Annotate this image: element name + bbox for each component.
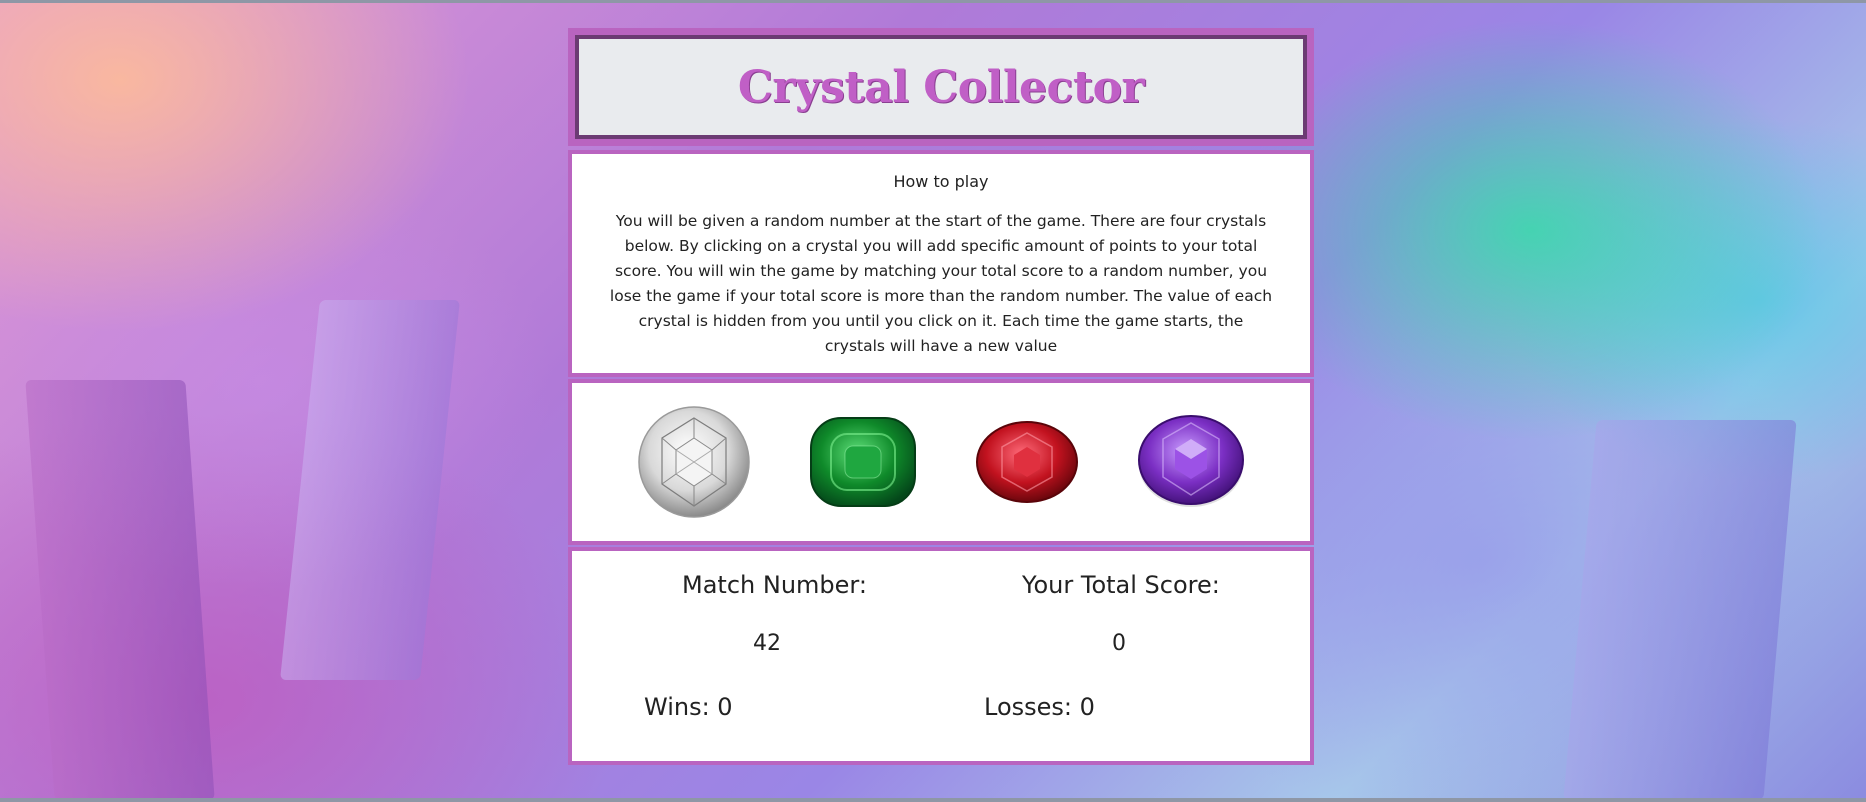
amethyst-crystal-button[interactable]: [1135, 413, 1247, 511]
background-crystal: [1563, 420, 1797, 800]
header-banner: Crystal Collector: [568, 28, 1314, 146]
background-crystal: [280, 300, 460, 680]
total-score-value: 0: [1112, 631, 1126, 656]
match-number-value: 42: [753, 631, 781, 656]
losses-counter: Losses: 0: [984, 693, 1095, 721]
instructions-panel: How to play You will be given a random n…: [568, 150, 1314, 377]
instructions-text: You will be given a random number at the…: [609, 212, 1273, 355]
instructions-heading: How to play: [893, 172, 989, 191]
total-score-label: Your Total Score:: [1022, 571, 1220, 599]
background-crystal: [25, 380, 215, 800]
page-title: Crystal Collector: [737, 61, 1145, 113]
ruby-crystal-button[interactable]: [974, 419, 1080, 505]
match-number-label: Match Number:: [682, 571, 867, 599]
window-bottom-border: [0, 798, 1866, 802]
window-top-border: [0, 0, 1866, 3]
wins-counter: Wins: 0: [644, 693, 733, 721]
diamond-crystal-button[interactable]: [636, 404, 752, 520]
emerald-crystal-button[interactable]: [807, 414, 919, 510]
game-container: Crystal Collector How to play You will b…: [568, 28, 1314, 765]
crystals-panel: [568, 379, 1314, 545]
scoreboard-panel: Match Number: 42 Your Total Score: 0 Win…: [568, 547, 1314, 765]
